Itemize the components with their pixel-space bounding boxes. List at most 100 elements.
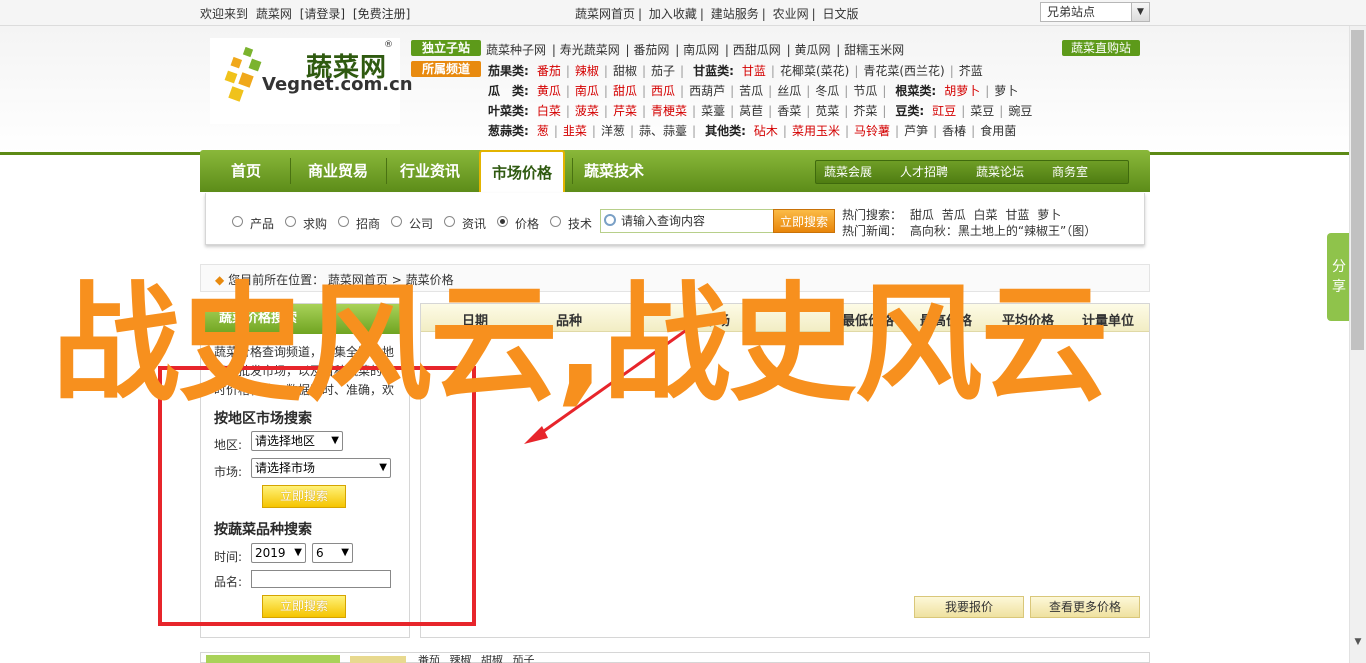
category-item[interactable]: 白菜 [537, 104, 561, 118]
search-type-radio[interactable] [285, 216, 296, 227]
category-item[interactable]: 番茄 [537, 64, 561, 78]
category-item[interactable]: 苦瓜 [739, 84, 763, 98]
category-item[interactable]: 芥蓝 [959, 64, 983, 78]
search-type-label[interactable]: 技术 [568, 215, 592, 232]
search-type-radio[interactable] [391, 216, 402, 227]
category-item[interactable]: 苋菜 [815, 104, 839, 118]
category-item[interactable]: 葱 [537, 124, 549, 138]
hot-search-item[interactable]: 白菜 [974, 208, 998, 222]
next-section-link[interactable]: 辣椒 [450, 655, 472, 663]
category-item[interactable]: 洋葱 [601, 124, 625, 138]
category-item[interactable]: 西葫芦 [689, 84, 725, 98]
category-item[interactable]: 芦笋 [904, 124, 928, 138]
category-item[interactable]: 食用菌 [980, 124, 1016, 138]
search-type-radio[interactable] [444, 216, 455, 227]
register-link[interactable]: [免费注册] [353, 7, 410, 21]
category-item[interactable]: 蒜、蒜薹 [639, 124, 687, 138]
category-item[interactable]: 花椰菜(菜花) [780, 64, 849, 78]
category-item[interactable]: 菜用玉米 [792, 124, 840, 138]
next-section-link[interactable]: 番茄 [418, 655, 440, 663]
search-type-label[interactable]: 资讯 [462, 215, 486, 232]
hot-search-item[interactable]: 甜瓜 [910, 208, 934, 222]
category-item[interactable]: 胡萝卜 [944, 84, 980, 98]
category-item[interactable]: 香菜 [777, 104, 801, 118]
category-item[interactable]: 豇豆 [932, 104, 956, 118]
search-type-radio[interactable] [550, 216, 561, 227]
category-item[interactable]: 黄瓜 [537, 84, 561, 98]
category-item[interactable]: 韭菜 [563, 124, 587, 138]
category-item[interactable]: 芥菜 [853, 104, 877, 118]
hot-search-item[interactable]: 苦瓜 [942, 208, 966, 222]
category-title: 茄果类: [488, 64, 529, 78]
next-section-link[interactable]: 甜椒 [481, 655, 503, 663]
category-item[interactable]: 辣椒 [575, 64, 599, 78]
hot-search-item[interactable]: 萝卜 [1037, 208, 1061, 222]
search-type-label[interactable]: 招商 [356, 215, 380, 232]
subsite-link[interactable]: 蔬菜种子网 [486, 43, 546, 57]
category-item[interactable]: 西瓜 [651, 84, 675, 98]
category-item[interactable]: 甜瓜 [613, 84, 637, 98]
top-link-favorite[interactable]: 加入收藏 [649, 7, 697, 21]
subsite-link[interactable]: 黄瓜网 [794, 43, 830, 57]
search-type-label[interactable]: 产品 [250, 215, 274, 232]
category-item[interactable]: 芹菜 [613, 104, 637, 118]
top-link-jp[interactable]: 日文版 [823, 7, 859, 21]
hot-search-item[interactable]: 甘蓝 [1005, 208, 1029, 222]
subnav-office[interactable]: 商务室 [1052, 163, 1088, 180]
category-item[interactable]: 青花菜(西兰花) [863, 64, 944, 78]
category-item[interactable]: 香椿 [942, 124, 966, 138]
sister-sites-select[interactable]: 兄弟站点 ▼ [1040, 2, 1150, 22]
nav-market-price[interactable]: 市场价格 [479, 150, 565, 192]
next-section-link[interactable]: 茄子 [513, 655, 535, 663]
hot-news-link[interactable]: 高向秋：黑土地上的“辣椒王”（图） [910, 224, 1096, 238]
subnav-expo[interactable]: 蔬菜会展 [824, 163, 872, 180]
scroll-down-arrow-icon[interactable]: ▼ [1350, 634, 1366, 650]
category-item[interactable]: 豌豆 [1008, 104, 1032, 118]
top-link-agri[interactable]: 农业网 [773, 7, 809, 21]
category-item[interactable]: 冬瓜 [815, 84, 839, 98]
direct-buy-button[interactable]: 蔬菜直购站 [1062, 40, 1140, 56]
nav-home[interactable]: 首页 [210, 150, 282, 192]
more-prices-button[interactable]: 查看更多价格 [1030, 596, 1140, 618]
category-item[interactable]: 节瓜 [853, 84, 877, 98]
category-item[interactable]: 丝瓜 [777, 84, 801, 98]
nav-trade[interactable]: 商业贸易 [296, 150, 380, 192]
search-input[interactable]: 请输入查询内容 [600, 209, 775, 233]
subsite-link[interactable]: 番茄网 [633, 43, 669, 57]
subsite-link[interactable]: 西甜瓜网 [733, 43, 781, 57]
next-section-tab[interactable] [206, 655, 340, 663]
top-link-build[interactable]: 建站服务 [711, 7, 759, 21]
search-type-radio[interactable] [232, 216, 243, 227]
category-item[interactable]: 菜豆 [970, 104, 994, 118]
category-item[interactable]: 菜薹 [701, 104, 725, 118]
category-item[interactable]: 青梗菜 [651, 104, 687, 118]
nav-news[interactable]: 行业资讯 [390, 150, 470, 192]
subnav-forum[interactable]: 蔬菜论坛 [976, 163, 1024, 180]
search-type-radio[interactable] [338, 216, 349, 227]
category-item[interactable]: 菠菜 [575, 104, 599, 118]
scrollbar-thumb[interactable] [1351, 30, 1364, 350]
category-item[interactable]: 萝卜 [994, 84, 1018, 98]
category-item[interactable]: 茄子 [651, 64, 675, 78]
subsite-link[interactable]: 寿光蔬菜网 [560, 43, 620, 57]
category-item[interactable]: 砧木 [754, 124, 778, 138]
category-item[interactable]: 南瓜 [575, 84, 599, 98]
subnav-jobs[interactable]: 人才招聘 [900, 163, 948, 180]
nav-tech[interactable]: 蔬菜技术 [578, 150, 650, 192]
site-name-link[interactable]: 蔬菜网 [256, 7, 292, 21]
quote-button[interactable]: 我要报价 [914, 596, 1024, 618]
search-type-radio[interactable] [497, 216, 508, 227]
search-type-label[interactable]: 公司 [409, 215, 433, 232]
category-item[interactable]: 莴苣 [739, 104, 763, 118]
top-link-home[interactable]: 蔬菜网首页 [575, 7, 635, 21]
search-button[interactable]: 立即搜索 [773, 209, 835, 233]
subsite-link[interactable]: 甜糯玉米网 [844, 43, 904, 57]
category-item[interactable]: 甜椒 [613, 64, 637, 78]
share-tab[interactable]: 分享 [1327, 233, 1351, 321]
category-item[interactable]: 马铃薯 [854, 124, 890, 138]
category-item[interactable]: 甘蓝 [742, 64, 766, 78]
search-type-label[interactable]: 求购 [303, 215, 327, 232]
search-type-label[interactable]: 价格 [515, 215, 539, 232]
subsite-link[interactable]: 南瓜网 [683, 43, 719, 57]
login-link[interactable]: [请登录] [300, 7, 345, 21]
